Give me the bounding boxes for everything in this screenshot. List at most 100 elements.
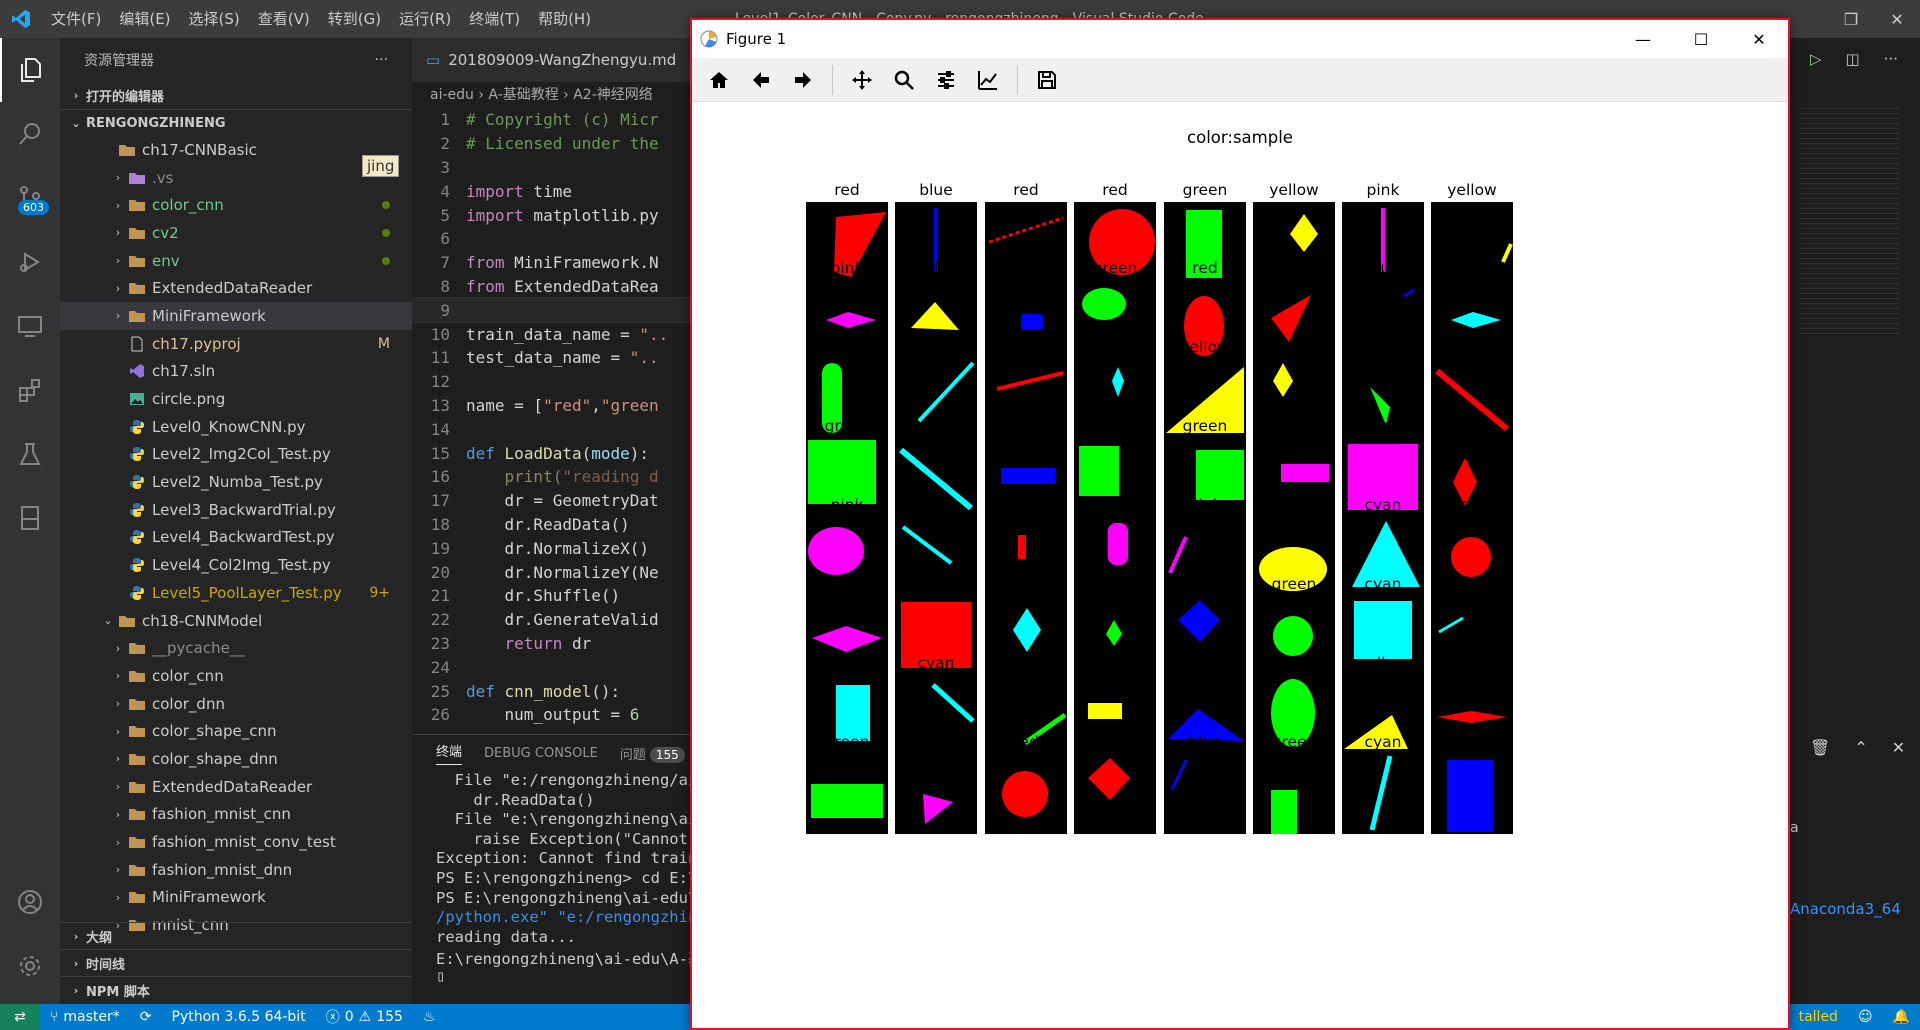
close-icon[interactable]: ✕: [1730, 20, 1788, 58]
extensions-icon[interactable]: [0, 358, 60, 422]
breadcrumb[interactable]: ai-edu › A-基础教程 › A2-神经网络: [412, 82, 690, 108]
terminal-output[interactable]: File "e:/rengongzhineng/ai dr.ReadData()…: [412, 771, 690, 987]
run-debug-icon[interactable]: [0, 230, 60, 294]
folder-item[interactable]: › .vs: [60, 164, 412, 192]
file-item[interactable]: Level3_BackwardTrial.py: [60, 496, 412, 524]
outline-section[interactable]: › 大纲: [60, 922, 412, 949]
menu-item[interactable]: 运行(R): [390, 0, 460, 38]
folder-item[interactable]: › color_cnn: [60, 191, 412, 219]
menu-item[interactable]: 帮助(H): [529, 0, 600, 38]
source-control-icon[interactable]: [0, 166, 60, 230]
file-item[interactable]: Level2_Numba_Test.py: [60, 468, 412, 496]
menu-item[interactable]: 选择(S): [180, 0, 249, 38]
folder-item[interactable]: › MiniFramework: [60, 302, 412, 330]
folder-item[interactable]: › __pycache__: [60, 634, 412, 662]
folder-item[interactable]: › MiniFramework: [60, 884, 412, 912]
subplots-config-icon[interactable]: [925, 60, 967, 100]
remote-indicator-icon[interactable]: ⇄: [0, 1004, 40, 1030]
code-line[interactable]: 6: [412, 227, 690, 251]
code-line[interactable]: 4 import time: [412, 179, 690, 203]
folder-item[interactable]: › cv2: [60, 219, 412, 247]
code-line[interactable]: 11 test_data_name = "..: [412, 346, 690, 370]
code-line[interactable]: 14: [412, 417, 690, 441]
code-line[interactable]: 1 # Copyright (c) Micr: [412, 108, 690, 132]
npm-scripts-section[interactable]: › NPM 脚本: [60, 976, 412, 1003]
search-icon[interactable]: [0, 102, 60, 166]
tab-debug-console[interactable]: DEBUG CONSOLE: [484, 746, 598, 761]
code-line[interactable]: 26 num_output = 6: [412, 703, 690, 727]
code-line[interactable]: 19 dr.NormalizeX(): [412, 536, 690, 560]
testing-flask-icon[interactable]: [0, 422, 60, 486]
folder-item[interactable]: › color_shape_dnn: [60, 745, 412, 773]
folder-item[interactable]: › color_cnn: [60, 662, 412, 690]
code-line[interactable]: 21 dr.Shuffle(): [412, 584, 690, 608]
minimap[interactable]: [1800, 108, 1900, 338]
minimize-icon[interactable]: —: [1614, 20, 1672, 58]
file-item[interactable]: ch17.pyproj M: [60, 330, 412, 358]
more-icon[interactable]: ···: [1884, 50, 1898, 68]
workspace-root-section[interactable]: ⌄ RENGONGZHINENG: [60, 109, 412, 136]
python-interpreter[interactable]: Python 3.6.5 64-bit: [162, 1009, 316, 1025]
code-editor[interactable]: 1 # Copyright (c) Micr 2 # Licensed under t…: [412, 108, 690, 734]
menu-item[interactable]: 转到(G): [319, 0, 390, 38]
more-actions-button[interactable]: ···: [375, 52, 388, 68]
home-icon[interactable]: [698, 60, 740, 100]
code-line[interactable]: 8 from ExtendedDataRea: [412, 275, 690, 299]
trash-icon[interactable]: 🗑: [1810, 738, 1830, 757]
file-item[interactable]: Level4_Col2Img_Test.py: [60, 551, 412, 579]
folder-item[interactable]: › ExtendedDataReader: [60, 274, 412, 302]
run-file-icon[interactable]: ▷: [1810, 50, 1822, 68]
git-branch[interactable]: ⑂ master*: [40, 1009, 130, 1025]
maximize-icon[interactable]: ☐: [1672, 20, 1730, 58]
code-line[interactable]: 10 train_data_name = "..: [412, 322, 690, 346]
split-editor-icon[interactable]: ◫: [1846, 50, 1860, 68]
folder-item[interactable]: › color_dnn: [60, 690, 412, 718]
tab-problems[interactable]: 问题 155: [620, 744, 685, 763]
notifications-bell-icon[interactable]: 🔔: [1883, 1009, 1920, 1025]
figure-titlebar[interactable]: Figure 1 — ☐ ✕: [692, 20, 1788, 58]
code-line[interactable]: 3: [412, 156, 690, 180]
explorer-icon[interactable]: [0, 38, 60, 102]
settings-gear-icon[interactable]: [0, 934, 60, 998]
zoom-magnifier-icon[interactable]: [883, 60, 925, 100]
restore-window-icon[interactable]: ❐: [1828, 0, 1874, 38]
installed-status[interactable]: talled: [1789, 1009, 1848, 1025]
folder-item[interactable]: › fashion_mnist_cnn: [60, 801, 412, 829]
menu-item[interactable]: 编辑(E): [110, 0, 179, 38]
maximize-panel-icon[interactable]: ⌃: [1854, 738, 1867, 757]
code-line[interactable]: 16 print("reading d: [412, 465, 690, 489]
file-item[interactable]: circle.png: [60, 385, 412, 413]
remote-explorer-icon[interactable]: [0, 294, 60, 358]
close-window-icon[interactable]: ✕: [1874, 0, 1920, 38]
notebook-icon[interactable]: [0, 486, 60, 550]
problems-status[interactable]: ⓧ 0 ⚠ 155: [316, 1007, 413, 1027]
code-line[interactable]: 13 name = ["red","green: [412, 394, 690, 418]
forward-arrow-icon[interactable]: [782, 60, 824, 100]
menu-item[interactable]: 查看(V): [249, 0, 319, 38]
folder-item[interactable]: › color_shape_cnn: [60, 717, 412, 745]
code-line[interactable]: 7 from MiniFramework.N: [412, 251, 690, 275]
folder-item[interactable]: › fashion_mnist_conv_test: [60, 828, 412, 856]
pan-move-icon[interactable]: [841, 60, 883, 100]
timeline-section[interactable]: › 时间线: [60, 949, 412, 976]
editor-tab[interactable]: ▭ 201809009-WangZhengyu.md: [412, 38, 690, 82]
file-item[interactable]: Level2_Img2Col_Test.py: [60, 441, 412, 469]
figure-canvas[interactable]: color:sample red blue red red green yellow pin…: [692, 102, 1788, 1028]
tab-terminal[interactable]: 终端: [436, 741, 463, 765]
code-line[interactable]: 25 def cnn_model():: [412, 679, 690, 703]
code-line[interactable]: 23 return dr: [412, 632, 690, 656]
code-line[interactable]: 18 dr.ReadData(): [412, 513, 690, 537]
menu-item[interactable]: 文件(F): [42, 0, 110, 38]
code-line[interactable]: 15 def LoadData(mode):: [412, 441, 690, 465]
file-item[interactable]: Level0_KnowCNN.py: [60, 413, 412, 441]
file-item[interactable]: Level5_PoolLayer_Test.py 9+: [60, 579, 412, 607]
folder-item[interactable]: › env: [60, 247, 412, 275]
feedback-icon[interactable]: ☺: [1848, 1009, 1883, 1025]
edit-axes-icon[interactable]: [967, 60, 1009, 100]
code-line[interactable]: 12: [412, 370, 690, 394]
file-item[interactable]: ch17.sln: [60, 358, 412, 386]
file-item[interactable]: Level4_BackwardTest.py: [60, 524, 412, 552]
account-icon[interactable]: [0, 870, 60, 934]
interpreter-label[interactable]: Anaconda3_64: [1790, 900, 1901, 918]
folder-item[interactable]: › fashion_mnist_dnn: [60, 856, 412, 884]
